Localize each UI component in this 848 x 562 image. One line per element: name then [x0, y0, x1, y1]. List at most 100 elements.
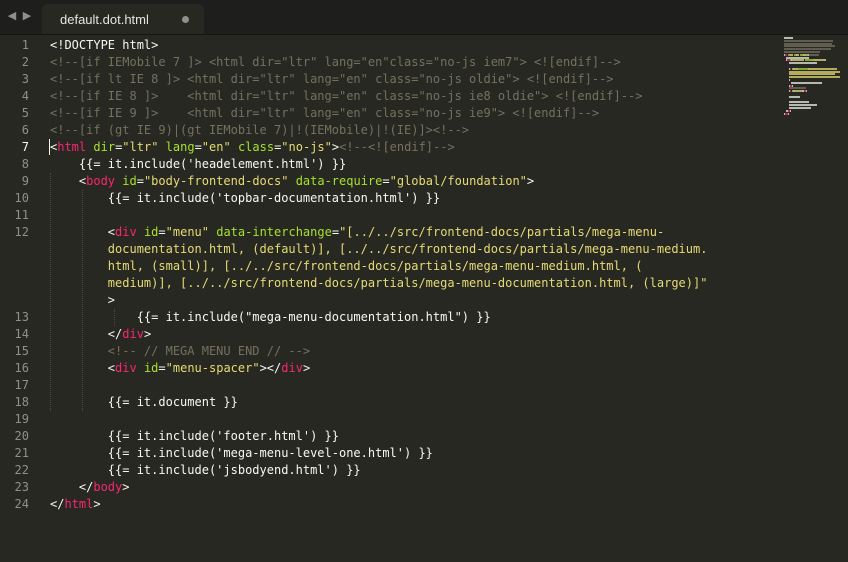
code-line[interactable]: <!--[if IE 9 ]> <html dir="ltr" lang="en…	[50, 105, 599, 122]
code-line[interactable]: <div id="menu" data-interchange="[../../…	[50, 224, 664, 241]
line-number: 8	[21, 157, 29, 171]
triangle-right-icon[interactable]: ▶	[20, 9, 34, 23]
code-token: "en"	[201, 140, 231, 154]
minimap-line	[784, 53, 788, 56]
indent-guide	[114, 309, 115, 326]
line-number: 1	[21, 38, 29, 52]
code-line[interactable]: <body id="body-frontend-docs" data-requi…	[50, 173, 534, 190]
code-token: {{= it.include('jsbodyend.html') }}	[50, 463, 361, 477]
line-number: 12	[14, 225, 29, 239]
minimap-line	[788, 107, 811, 109]
code-token: {{= it.document }}	[50, 395, 238, 409]
code-token: div	[122, 327, 144, 341]
indent-guide	[50, 173, 51, 411]
minimap-line	[784, 48, 832, 51]
triangle-left-icon[interactable]: ◀	[5, 9, 19, 23]
line-number: 4	[21, 89, 29, 103]
minimap-line	[784, 37, 794, 39]
code-token: "menu"	[165, 225, 209, 239]
code-token: div	[115, 225, 137, 239]
code-token: <!--[if lt IE 8 ]> <html dir="ltr" lang=…	[50, 72, 614, 86]
minimap-line	[792, 59, 805, 62]
code-token: lang	[165, 140, 195, 154]
minimap-line	[805, 90, 807, 93]
code-token: =	[136, 174, 144, 188]
line-number: 17	[14, 378, 29, 392]
code-token: =	[158, 361, 166, 375]
code-token: >	[143, 327, 152, 341]
line-number: 18	[14, 395, 29, 409]
code-token: <	[50, 174, 87, 188]
tab-bar: ◀ ▶ default.dot.html	[0, 0, 848, 35]
code-token: =	[382, 174, 390, 188]
code-token: >	[302, 361, 311, 375]
code-line[interactable]: documentation.html, (default)], [../../s…	[50, 241, 708, 258]
code-line[interactable]: {{= it.include("mega-menu-documentation.…	[50, 309, 491, 326]
line-number: 21	[14, 446, 29, 460]
code-token: <!--[if IE 8 ]> <html dir="ltr" lang="en…	[50, 89, 643, 103]
code-line[interactable]: {{= it.document }}	[50, 394, 238, 411]
code-line[interactable]: </html>	[50, 496, 101, 513]
minimap-line	[784, 42, 833, 45]
code-token: data-require	[295, 174, 383, 188]
minimap-line	[788, 70, 841, 73]
minimap-line	[793, 90, 802, 93]
code-line[interactable]: <!-- // MEGA MENU END // -->	[50, 343, 310, 360]
line-number: 5	[21, 106, 29, 120]
code-line[interactable]: <!--[if IE 8 ]> <html dir="ltr" lang="en…	[50, 88, 642, 105]
code-token: "body-frontend-docs"	[143, 174, 289, 188]
code-token: div	[281, 361, 303, 375]
code-line[interactable]: <!--[if IEMobile 7 ]> <html dir="ltr" la…	[50, 54, 621, 71]
code-line[interactable]: <div id="menu-spacer"></div>	[50, 360, 310, 377]
code-token: html	[57, 140, 87, 154]
line-number-gutter: 1 2 3 4 5 6 7 8 9 10 11 12 13 14 15 16 17 18 19 20 21 22 23 24	[0, 35, 44, 562]
minimap-line	[791, 81, 822, 84]
line-number: 13	[14, 310, 29, 324]
code-line[interactable]: medium)], [../../src/frontend-docs/parti…	[50, 275, 708, 292]
minimap-line	[786, 56, 810, 59]
code-line[interactable]: {{= it.include('jsbodyend.html') }}	[50, 462, 361, 479]
minimap-line	[784, 39, 833, 42]
code-line[interactable]: {{= it.include('headelement.html') }}	[50, 156, 346, 173]
code-token: {{= it.include('footer.html') }}	[50, 429, 339, 443]
code-token: id	[143, 361, 159, 375]
dirty-dot-icon[interactable]	[182, 16, 189, 23]
code-line[interactable]: <!DOCTYPE html>	[50, 37, 158, 54]
code-token: "ltr"	[122, 140, 159, 154]
line-number: 6	[21, 123, 29, 137]
code-token: medium)], [../../src/frontend-docs/parti…	[50, 276, 708, 290]
code-token: id	[122, 174, 137, 188]
minimap[interactable]	[784, 37, 848, 115]
code-token: id	[143, 225, 159, 239]
code-token: {{= it.include('mega-menu-level-one.html…	[50, 446, 433, 460]
code-line[interactable]: </div>	[50, 326, 151, 343]
code-line[interactable]: <!--[if (gt IE 9)|(gt IEMobile 7)|!(IEMo…	[50, 122, 469, 139]
line-number: 15	[14, 344, 29, 358]
text-cursor	[49, 139, 50, 155]
code-token: <!--[if IE 9 ]> <html dir="ltr" lang="en…	[50, 106, 600, 120]
minimap-line	[788, 87, 807, 90]
code-line[interactable]: <!--[if lt IE 8 ]> <html dir="ltr" lang=…	[50, 71, 614, 88]
tab-default-dot-html[interactable]: default.dot.html	[42, 4, 204, 34]
code-line[interactable]: {{= it.include('footer.html') }}	[50, 428, 339, 445]
sublime-text-window: ◀ ▶ default.dot.html 1 2 3 4 5 6 7 8 9 10 11 12 13 14…	[0, 0, 848, 562]
code-token: =	[158, 225, 166, 239]
code-token: <!--<![endif]-->	[339, 140, 455, 154]
code-token: "menu-spacer"	[165, 361, 260, 375]
code-line[interactable]: {{= it.include('mega-menu-level-one.html…	[50, 445, 433, 462]
line-number: 19	[14, 412, 29, 426]
line-number: 3	[21, 72, 29, 86]
code-line[interactable]: <html dir="ltr" lang="en" class="no-js">…	[50, 139, 455, 156]
code-token: {{= it.include('topbar-documentation.htm…	[50, 191, 441, 205]
code-line[interactable]: </body>	[50, 479, 130, 496]
code-token: <!DOCTYPE html>	[50, 38, 159, 52]
line-number: 23	[14, 480, 29, 494]
code-token: dir	[93, 140, 116, 154]
code-line[interactable]: {{= it.include('topbar-documentation.htm…	[50, 190, 440, 207]
code-line[interactable]: html, (small)], [../../src/frontend-docs…	[50, 258, 643, 275]
tab-title: default.dot.html	[60, 12, 149, 27]
line-number: 7	[21, 140, 29, 154]
code-token: ></	[259, 361, 282, 375]
